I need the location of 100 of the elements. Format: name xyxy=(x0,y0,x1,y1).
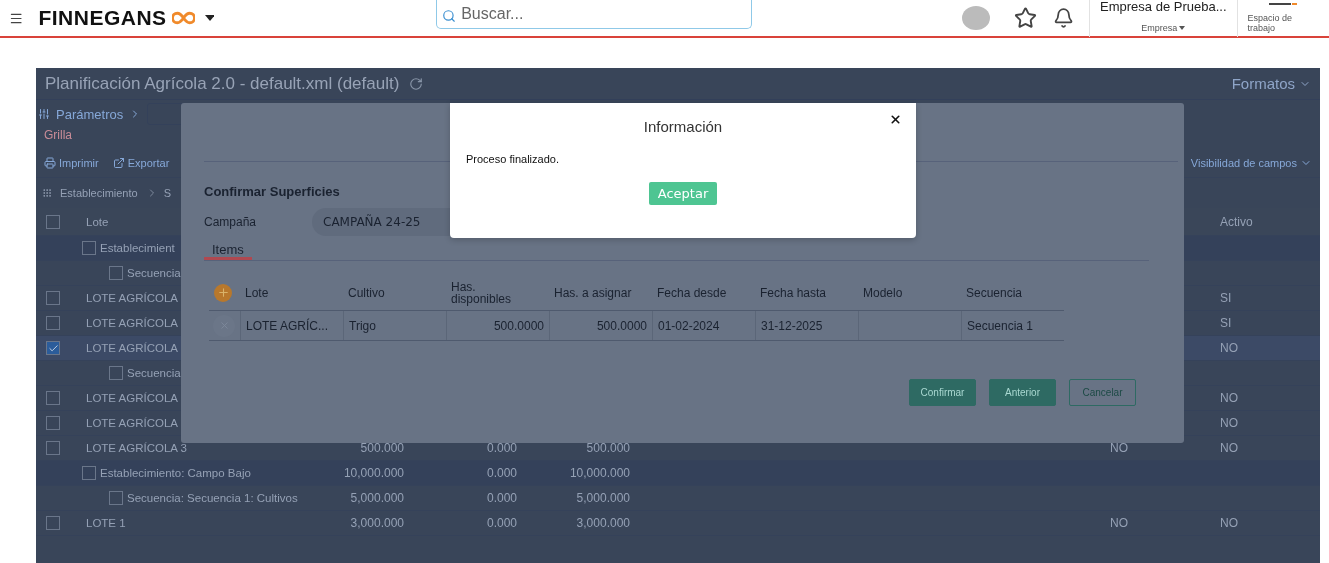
checkbox[interactable] xyxy=(109,491,123,505)
checkbox[interactable] xyxy=(46,441,60,455)
refresh-icon[interactable] xyxy=(409,76,424,91)
print-button[interactable]: Imprimir xyxy=(59,156,99,169)
column-header: Fecha desde xyxy=(656,286,728,299)
lot-cell: LOTE AGRÍCOLA xyxy=(86,392,179,404)
column-header: Modelo xyxy=(862,286,904,299)
table-cell-text: NO xyxy=(1109,516,1129,530)
notification-icon[interactable] xyxy=(1053,7,1075,29)
campaign-label: Campaña xyxy=(204,215,258,229)
action-button[interactable]: Anterior xyxy=(989,379,1056,406)
search-icon xyxy=(442,8,457,23)
table-cell: 01-02-2024 xyxy=(652,311,755,340)
lot-cell: LOTE 1 xyxy=(86,517,126,529)
table-cell: LOTE AGRÍC... xyxy=(240,311,343,340)
grouping-chip[interactable]: S xyxy=(163,187,171,199)
number-cell-text: 500.000 xyxy=(359,441,405,455)
sliders-icon xyxy=(38,108,50,120)
checkbox[interactable] xyxy=(46,291,60,305)
column-header: Has. a asignar xyxy=(553,286,633,299)
checkbox[interactable] xyxy=(46,516,60,530)
checkbox[interactable] xyxy=(46,391,60,405)
items-tab[interactable]: Items xyxy=(204,238,252,260)
blob-icon[interactable] xyxy=(961,5,990,31)
checkbox[interactable] xyxy=(82,241,96,255)
active-cell-text: SI xyxy=(1219,316,1233,330)
column-header: Lote xyxy=(86,215,109,228)
close-button[interactable] xyxy=(889,113,902,126)
column-header: Fecha hasta xyxy=(759,286,828,299)
table-cell: Trigo xyxy=(343,311,446,340)
table-cell: 500.0000 xyxy=(549,311,652,340)
number-cell-text: 500.000 xyxy=(585,441,631,455)
number-cell-text: 5,000.000 xyxy=(575,491,631,505)
caret-icon[interactable] xyxy=(204,15,215,21)
company-dropdown[interactable]: Empresa xyxy=(1141,23,1178,33)
active-cell-text: NO xyxy=(1219,441,1239,455)
number-cell-text: 3,000.000 xyxy=(349,516,405,530)
infinity-logo-icon xyxy=(171,11,195,25)
table-cell: 500.0000 xyxy=(446,311,549,340)
page-title: Planificación Agrícola 2.0 - default.xml (default) xyxy=(45,73,400,94)
modal-title: Confirmar Superficies xyxy=(204,184,340,199)
cancel-button[interactable]: Cancelar xyxy=(1069,379,1136,406)
checkbox[interactable] xyxy=(46,214,60,229)
section-label: Grilla xyxy=(44,128,72,144)
column-header: Secuencia xyxy=(965,286,1024,299)
grid-icon xyxy=(42,188,52,198)
sequence-label: Secuencia: Secuencia 1: Cultivos xyxy=(127,492,298,504)
table-cell-text: NO xyxy=(1109,441,1129,455)
action-button[interactable]: Confirmar xyxy=(909,379,976,406)
dialog-message: Proceso finalizado. xyxy=(466,153,560,165)
visibility-dropdown[interactable]: Visibilidad de campos xyxy=(1190,156,1297,169)
dialog-title: Información xyxy=(643,118,723,135)
export-button[interactable]: Exportar xyxy=(127,156,170,169)
company-name[interactable]: Empresa de Prueba... xyxy=(1100,0,1227,14)
number-cell-text: 5,000.000 xyxy=(349,491,405,505)
export-icon xyxy=(112,156,125,169)
sequence-label: Secuencia xyxy=(127,367,181,379)
parameters-link[interactable]: Parámetros xyxy=(56,106,124,122)
checkbox[interactable] xyxy=(46,316,60,330)
sequence-label: Secuencia xyxy=(127,267,181,279)
number-cell-text: 3,000.000 xyxy=(575,516,631,530)
lot-cell: LOTE AGRÍCOLA xyxy=(86,417,179,429)
search-field[interactable]: Buscar... xyxy=(436,0,753,29)
number-cell-text: 0.000 xyxy=(485,441,518,455)
number-cell-text: 0.000 xyxy=(485,491,518,505)
column-header: Has. disponibles xyxy=(450,280,513,305)
column-header: Lote xyxy=(244,286,270,299)
small-logo-icon xyxy=(1269,3,1298,7)
table-cell: 31-12-2025 xyxy=(755,311,858,340)
brand-logo-text: FINNEGANS xyxy=(38,6,167,30)
checkbox[interactable] xyxy=(109,366,123,380)
group-label: Establecimiento: Campo Bajo xyxy=(100,467,251,479)
workspace-label[interactable]: Espacio de trabajo xyxy=(1247,13,1319,33)
number-cell-text: 0.000 xyxy=(485,516,518,530)
caret-icon[interactable] xyxy=(1179,26,1186,30)
star-icon[interactable] xyxy=(1013,6,1037,30)
lot-cell: LOTE AGRÍCOLA xyxy=(86,292,179,304)
number-cell-text: 10,000.000 xyxy=(568,466,631,480)
active-cell-text: SI xyxy=(1219,291,1233,305)
formats-menu[interactable]: Formatos xyxy=(1231,75,1295,92)
accept-button[interactable]: Aceptar xyxy=(649,182,717,205)
active-cell-text: NO xyxy=(1219,416,1239,430)
active-cell-text: NO xyxy=(1219,391,1239,405)
lot-cell: LOTE AGRÍCOLA xyxy=(86,342,179,354)
column-header: Activo xyxy=(1219,214,1254,229)
grouping-chip[interactable]: Establecimiento xyxy=(60,187,138,199)
checkbox[interactable] xyxy=(82,466,96,480)
lot-cell: LOTE AGRÍCOLA 3 xyxy=(86,442,187,454)
column-header: Cultivo xyxy=(347,286,386,299)
printer-icon xyxy=(44,156,56,169)
checkbox[interactable] xyxy=(109,266,123,280)
table-cell: Secuencia 1 xyxy=(961,311,1064,340)
active-cell-text: NO xyxy=(1219,516,1239,530)
checkbox[interactable] xyxy=(46,416,60,430)
number-cell-text: 10,000.000 xyxy=(342,466,405,480)
add-icon[interactable] xyxy=(214,283,232,302)
group-label: Establecimient xyxy=(100,242,175,254)
checkbox[interactable] xyxy=(46,341,60,355)
active-cell-text: NO xyxy=(1219,341,1239,355)
number-cell-text: 0.000 xyxy=(485,466,518,480)
